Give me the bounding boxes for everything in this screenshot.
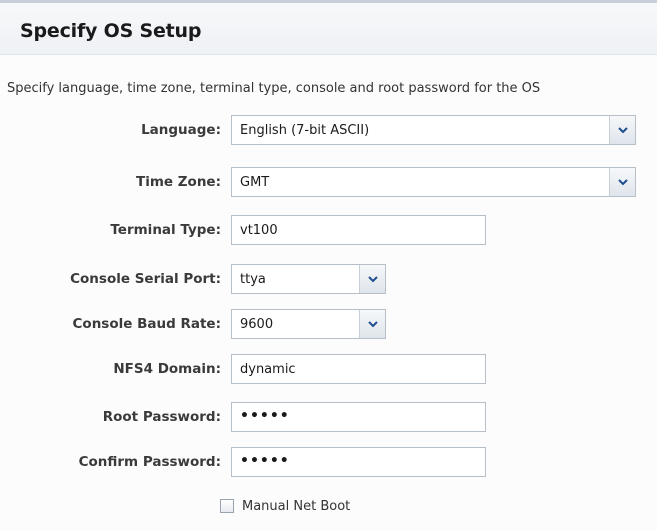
console-baud-rate-select[interactable]: 9600 xyxy=(231,309,386,339)
console-baud-rate-row: Console Baud Rate: 9600 xyxy=(0,309,657,341)
confirm-password-label: Confirm Password: xyxy=(78,454,221,470)
language-value: English (7-bit ASCII) xyxy=(240,123,370,138)
confirm-password-input[interactable]: ••••• xyxy=(231,447,486,477)
nfs4-domain-input[interactable]: dynamic xyxy=(231,354,486,384)
terminal-type-input[interactable]: vt100 xyxy=(231,215,486,245)
chevron-down-icon xyxy=(617,178,628,185)
root-password-input[interactable]: ••••• xyxy=(231,402,486,432)
os-setup-panel: Specify OS Setup Specify language, time … xyxy=(0,0,657,531)
console-serial-port-select[interactable]: ttya xyxy=(231,264,386,294)
time-zone-dropdown-button[interactable] xyxy=(609,168,635,196)
header-divider xyxy=(0,54,657,55)
console-baud-rate-dropdown-button[interactable] xyxy=(359,310,385,338)
confirm-password-value: ••••• xyxy=(240,453,290,469)
nfs4-domain-value: dynamic xyxy=(240,362,296,377)
confirm-password-row: Confirm Password: ••••• xyxy=(0,447,657,479)
console-baud-rate-value: 9600 xyxy=(240,317,274,332)
language-row: Language: English (7-bit ASCII) xyxy=(0,115,657,147)
chevron-down-icon xyxy=(367,320,378,327)
terminal-type-row: Terminal Type: vt100 xyxy=(0,215,657,247)
manual-net-boot-label[interactable]: Manual Net Boot xyxy=(242,499,350,514)
time-zone-label: Time Zone: xyxy=(136,174,221,190)
terminal-type-value: vt100 xyxy=(240,223,278,238)
manual-net-boot-row: Manual Net Boot xyxy=(220,496,420,518)
console-baud-rate-label: Console Baud Rate: xyxy=(72,316,221,332)
root-password-value: ••••• xyxy=(240,408,290,424)
console-serial-port-value: ttya xyxy=(240,272,266,287)
nfs4-domain-label: NFS4 Domain: xyxy=(113,361,221,377)
section-description: Specify language, time zone, terminal ty… xyxy=(7,81,541,96)
manual-net-boot-checkbox[interactable] xyxy=(220,499,234,513)
console-serial-port-label: Console Serial Port: xyxy=(70,271,221,287)
chevron-down-icon xyxy=(367,275,378,282)
language-select[interactable]: English (7-bit ASCII) xyxy=(231,115,636,145)
time-zone-value: GMT xyxy=(240,175,270,190)
page-title: Specify OS Setup xyxy=(20,20,202,42)
root-password-row: Root Password: ••••• xyxy=(0,402,657,434)
time-zone-row: Time Zone: GMT xyxy=(0,167,657,199)
console-serial-port-row: Console Serial Port: ttya xyxy=(0,264,657,296)
nfs4-domain-row: NFS4 Domain: dynamic xyxy=(0,354,657,386)
language-dropdown-button[interactable] xyxy=(609,116,635,144)
console-serial-port-dropdown-button[interactable] xyxy=(359,265,385,293)
language-label: Language: xyxy=(141,122,221,138)
time-zone-select[interactable]: GMT xyxy=(231,167,636,197)
root-password-label: Root Password: xyxy=(102,409,221,425)
terminal-type-label: Terminal Type: xyxy=(110,222,221,238)
chevron-down-icon xyxy=(617,126,628,133)
section-header: Specify OS Setup xyxy=(0,0,657,55)
